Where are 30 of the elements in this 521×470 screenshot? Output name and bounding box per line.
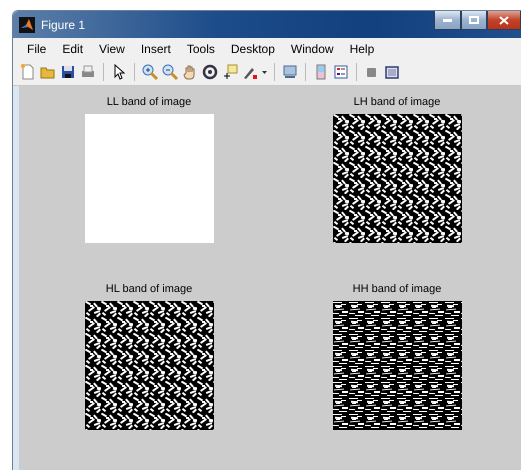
- rotate-icon[interactable]: [202, 64, 218, 80]
- menu-item[interactable]: Help: [342, 42, 382, 56]
- legend-icon[interactable]: [333, 64, 349, 80]
- menu-item[interactable]: File: [19, 42, 54, 56]
- close-button[interactable]: [487, 11, 521, 30]
- close-icon: [499, 16, 509, 24]
- menu-item[interactable]: Desktop: [222, 42, 283, 56]
- app-logo-icon: [19, 16, 35, 32]
- plot-title: HL band of image: [106, 283, 192, 295]
- window-title: Figure 1: [41, 18, 86, 32]
- link-plot-icon[interactable]: [282, 64, 298, 80]
- save-icon[interactable]: [60, 64, 76, 80]
- new-file-icon[interactable]: [20, 64, 36, 80]
- plot-title: HH band of image: [352, 283, 442, 295]
- menu-item[interactable]: Edit: [54, 42, 92, 56]
- menu-item[interactable]: Window: [282, 42, 342, 56]
- plot-title: LH band of image: [354, 96, 440, 108]
- menu-item[interactable]: Tools: [178, 42, 223, 56]
- zoom-out-icon[interactable]: [162, 64, 178, 80]
- zoom-in-icon[interactable]: [142, 64, 158, 80]
- data-cursor-icon[interactable]: [222, 64, 238, 80]
- dropdown-arrow-icon[interactable]: [262, 70, 267, 74]
- minimize-button[interactable]: [434, 11, 461, 30]
- plot-title: LL band of image: [106, 96, 192, 108]
- minimize-icon: [443, 18, 452, 22]
- window-icon[interactable]: [384, 64, 400, 80]
- menu-item[interactable]: Insert: [132, 42, 179, 56]
- menu-item[interactable]: View: [91, 42, 133, 56]
- maximize-icon: [469, 16, 479, 24]
- maximize-button[interactable]: [461, 11, 487, 30]
